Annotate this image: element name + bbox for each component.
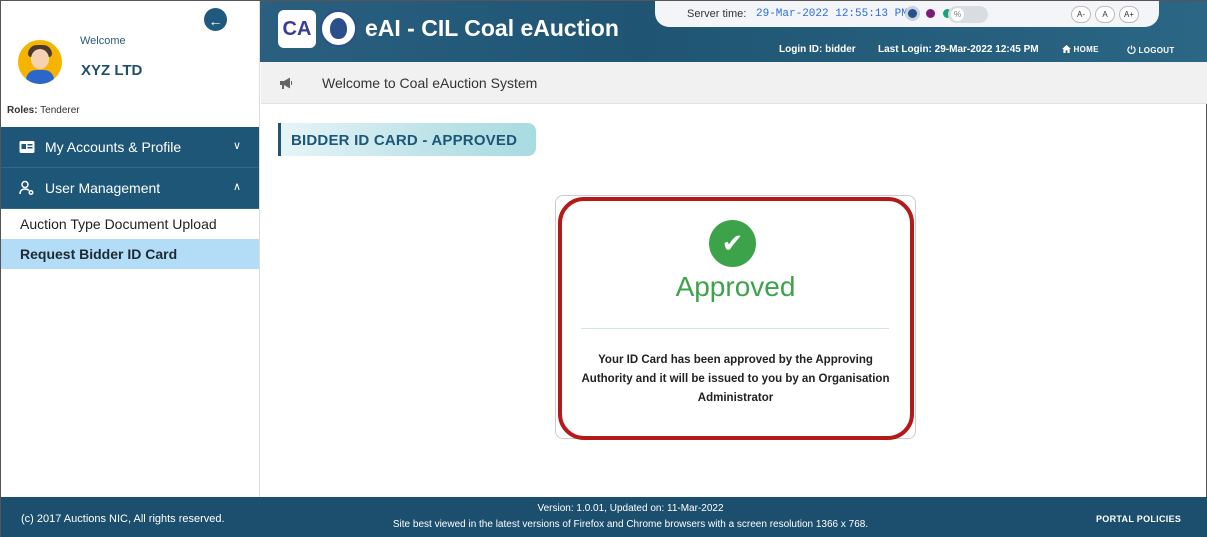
page-title: BIDDER ID CARD - APPROVED: [278, 123, 536, 156]
check-circle-icon: ✔: [709, 220, 756, 267]
sidebar-collapse-button[interactable]: ←: [202, 6, 229, 33]
login-id-label: Login ID:: [779, 44, 823, 55]
sidebar-item-request-bidder-id-card[interactable]: Request Bidder ID Card: [1, 239, 259, 269]
sidebar: Welcome XYZ LTD Roles: Tenderer ← My Acc…: [1, 1, 260, 497]
version-text: Version: 1.0.01, Updated on: 11-Mar-2022: [537, 503, 724, 514]
id-card-icon: [19, 141, 35, 153]
menu-label: User Management: [45, 180, 161, 196]
theme-dot-blue[interactable]: [908, 9, 917, 18]
company-name: XYZ LTD: [81, 62, 143, 79]
last-login-label: Last Login:: [878, 44, 932, 55]
eai-logo: CA: [278, 10, 316, 48]
divider: [581, 328, 889, 329]
sidebar-item-auction-type-document-upload[interactable]: Auction Type Document Upload: [1, 209, 259, 239]
announcement-bar: Welcome to Coal eAuction System: [261, 62, 1207, 104]
browser-note: Site best viewed in the latest versions …: [392, 519, 869, 530]
login-id: Login ID: bidder: [779, 44, 856, 55]
login-id-value: bidder: [825, 44, 856, 55]
copyright-text: (c) 2017 Auctions NIC, All rights reserv…: [21, 513, 225, 525]
user-settings-icon: [19, 180, 34, 195]
portal-policies-link[interactable]: PORTAL POLICIES: [1096, 514, 1181, 524]
server-time-label: Server time:: [687, 8, 747, 20]
font-normal-button[interactable]: A: [1095, 6, 1115, 23]
font-decrease-button[interactable]: A-: [1071, 6, 1091, 23]
megaphone-icon: [280, 77, 292, 89]
menu-item-my-accounts[interactable]: My Accounts & Profile ∨: [1, 127, 259, 168]
theme-dot-purple[interactable]: [926, 9, 935, 18]
last-login: Last Login: 29-Mar-2022 12:45 PM: [878, 44, 1039, 55]
avatar: [18, 40, 62, 84]
status-heading: Approved: [675, 271, 796, 302]
server-toolbar: Server time: 29-Mar-2022 12:55:13 PM % A…: [655, 1, 1159, 27]
roles-text: Roles: Tenderer: [7, 105, 80, 116]
menu-label: My Accounts & Profile: [45, 139, 182, 155]
footer: (c) 2017 Auctions NIC, All rights reserv…: [1, 497, 1207, 537]
home-icon: [1062, 45, 1071, 53]
page-title-text: BIDDER ID CARD - APPROVED: [291, 132, 518, 149]
chevron-up-icon: ∧: [232, 181, 241, 193]
logout-label: LOGOUT: [1138, 46, 1175, 55]
welcome-message: Welcome to Coal eAuction System: [322, 75, 538, 91]
roles-label: Roles:: [7, 105, 38, 116]
profile-panel: Welcome XYZ LTD Roles: Tenderer ←: [1, 1, 259, 127]
header: CA eAI - CIL Coal eAuction Server time: …: [260, 1, 1207, 62]
menu-item-user-management[interactable]: User Management ∧: [1, 168, 259, 209]
logout-link[interactable]: LOGOUT: [1127, 45, 1175, 55]
server-time: 29-Mar-2022 12:55:13 PM: [756, 8, 908, 20]
contrast-toggle[interactable]: %: [948, 6, 988, 23]
home-link[interactable]: HOME: [1062, 45, 1099, 54]
welcome-label: Welcome: [80, 35, 126, 47]
roles-value: Tenderer: [40, 105, 80, 116]
home-label: HOME: [1073, 45, 1099, 54]
font-increase-button[interactable]: A+: [1119, 6, 1139, 23]
last-login-value: 29-Mar-2022 12:45 PM: [934, 44, 1039, 55]
status-message: Your ID Card has been approved by the Ap…: [581, 354, 890, 404]
power-icon: [1127, 45, 1136, 55]
cil-logo-icon: [320, 10, 357, 47]
app-title: eAI - CIL Coal eAuction: [365, 15, 619, 41]
chevron-down-icon: ∨: [232, 140, 241, 152]
contrast-icon: %: [951, 8, 964, 21]
